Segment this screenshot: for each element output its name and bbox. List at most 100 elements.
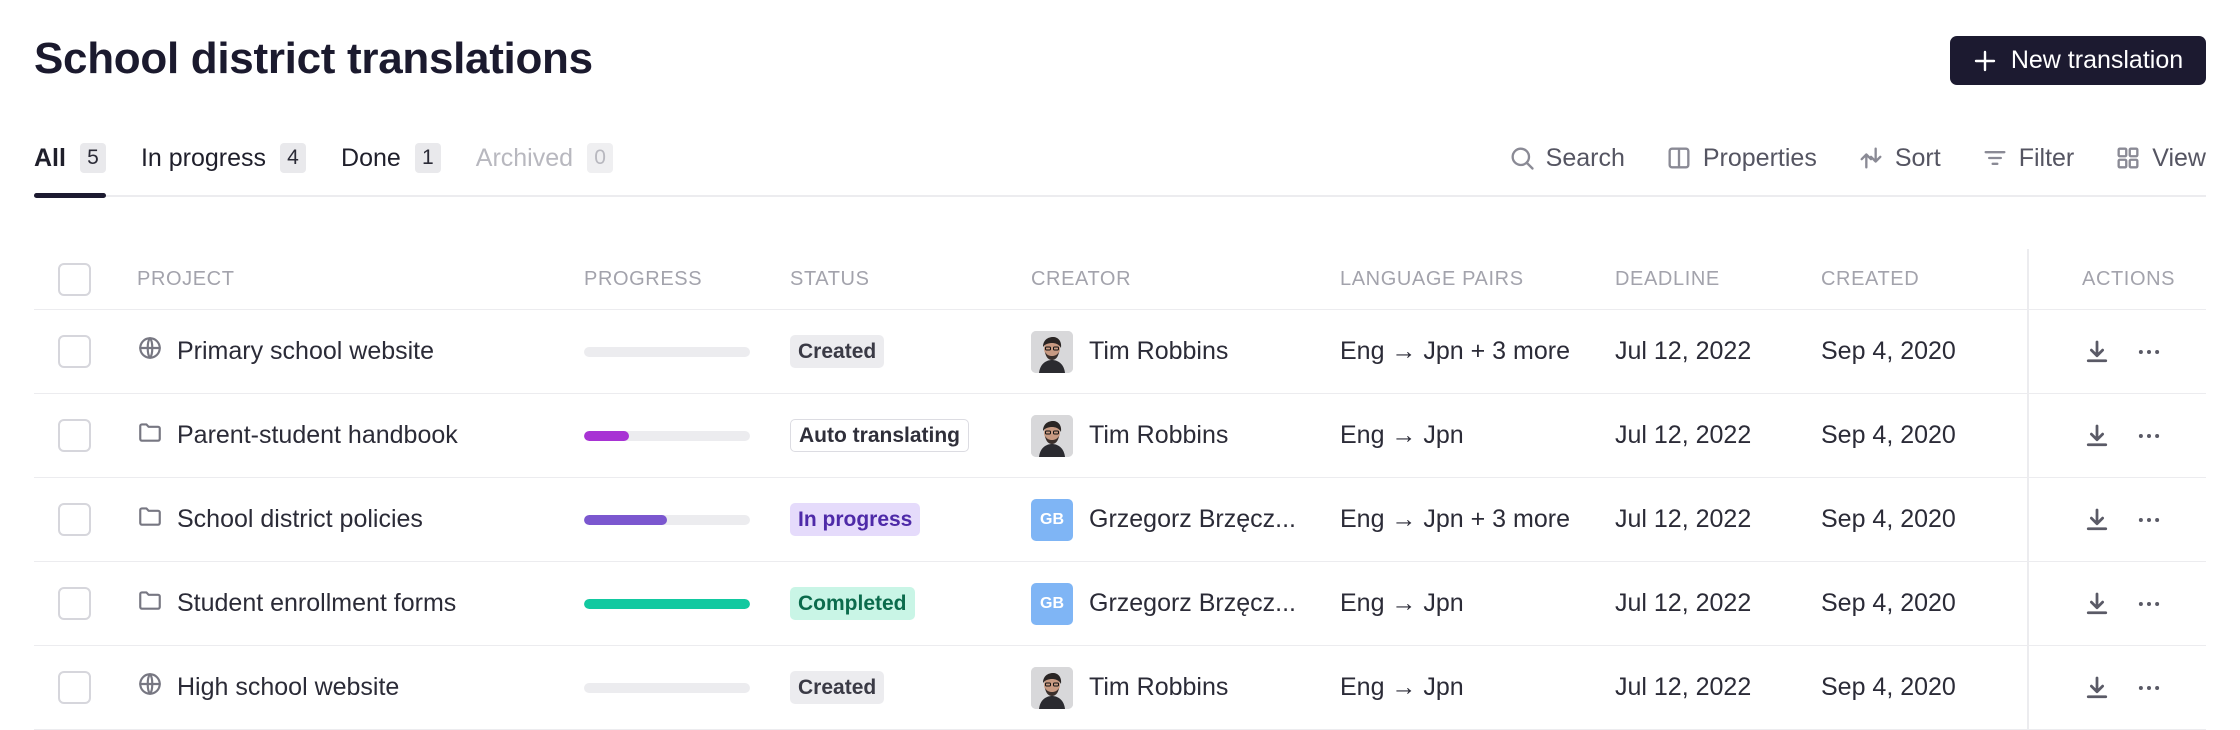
project-name[interactable]: Primary school website: [177, 337, 434, 366]
sort-label: Sort: [1894, 143, 1941, 172]
filter-label: Filter: [2018, 143, 2075, 172]
progress-bar: [584, 430, 750, 441]
download-icon[interactable]: [2082, 421, 2112, 451]
creator-name: Tim Robbins: [1089, 673, 1229, 701]
language-pairs: Eng → Jpn: [1340, 421, 1464, 449]
avatar: GB: [1031, 498, 1073, 541]
progress-fill: [584, 430, 629, 441]
column-header-deadline[interactable]: DEADLINE: [1615, 249, 1720, 309]
download-icon[interactable]: [2082, 673, 2112, 703]
avatar-initials: GB: [1040, 510, 1064, 528]
table-row[interactable]: Parent-student handbook Auto translating…: [34, 394, 2206, 478]
table-row[interactable]: School district policies In progress GB G…: [34, 478, 2206, 562]
row-checkbox[interactable]: [58, 419, 91, 452]
status-badge: Auto translating: [790, 419, 969, 452]
sort-button[interactable]: Sort: [1857, 144, 1941, 173]
tab-archived-count: 0: [587, 143, 614, 173]
row-checkbox[interactable]: [58, 335, 91, 368]
column-header-creator[interactable]: CREATOR: [1031, 249, 1131, 309]
page-title: School district translations: [34, 34, 593, 83]
download-icon[interactable]: [2082, 589, 2112, 619]
deadline: Jul 12, 2022: [1615, 589, 1752, 617]
created-date: Sep 4, 2020: [1821, 589, 1956, 617]
download-icon[interactable]: [2082, 505, 2112, 535]
created-date: Sep 4, 2020: [1821, 505, 1956, 533]
view-button[interactable]: View: [2114, 144, 2206, 173]
more-options-icon[interactable]: [2134, 337, 2164, 367]
column-header-project[interactable]: PROJECT: [137, 249, 235, 309]
row-checkbox[interactable]: [58, 671, 91, 704]
search-label: Search: [1545, 143, 1625, 172]
folder-icon: [137, 503, 163, 536]
status-badge: Created: [790, 671, 885, 704]
search-icon: [1511, 147, 1534, 170]
row-checkbox[interactable]: [58, 587, 91, 620]
creator-name: Tim Robbins: [1089, 337, 1229, 365]
tabs-divider: [34, 195, 2206, 197]
table-row[interactable]: High school website Created Tim Robbins …: [34, 646, 2206, 730]
tab-all[interactable]: All 5: [34, 138, 106, 178]
status-badge: Completed: [790, 587, 915, 620]
translations-table: PROJECT PROGRESS STATUS CREATOR LANGUAGE…: [34, 249, 2206, 730]
avatar: GB: [1031, 582, 1073, 625]
deadline: Jul 12, 2022: [1615, 505, 1752, 533]
new-translation-button[interactable]: New translation: [1950, 36, 2206, 85]
more-options-icon[interactable]: [2134, 421, 2164, 451]
globe-icon: [137, 671, 163, 704]
project-name[interactable]: Parent-student handbook: [177, 421, 458, 450]
deadline: Jul 12, 2022: [1615, 337, 1752, 365]
properties-button[interactable]: Properties: [1665, 144, 1817, 173]
creator-name: Grzegorz Brzęcz...: [1089, 505, 1296, 533]
select-all-checkbox[interactable]: [58, 262, 91, 296]
active-tab-indicator: [34, 193, 106, 198]
creator-name: Tim Robbins: [1089, 421, 1229, 449]
avatar: [1031, 330, 1073, 373]
filter-icon: [1984, 151, 2006, 165]
tab-archived[interactable]: Archived 0: [475, 138, 614, 178]
table-header-row: PROJECT PROGRESS STATUS CREATOR LANGUAGE…: [34, 249, 2206, 310]
column-header-status[interactable]: STATUS: [790, 249, 870, 309]
created-date: Sep 4, 2020: [1821, 421, 1956, 449]
filter-button[interactable]: Filter: [1981, 143, 2075, 173]
globe-icon: [137, 335, 163, 368]
progress-bar: [584, 682, 750, 693]
language-pairs: Eng → Jpn: [1340, 673, 1464, 701]
more-options-icon[interactable]: [2134, 673, 2164, 703]
tab-in-progress-label: In progress: [140, 143, 267, 172]
avatar: [1031, 666, 1073, 709]
progress-bar: [584, 514, 750, 525]
table-row[interactable]: Student enrollment forms Completed GB Grz…: [34, 562, 2206, 646]
created-date: Sep 4, 2020: [1821, 673, 1956, 701]
avatar: [1031, 414, 1073, 457]
column-header-progress[interactable]: PROGRESS: [584, 249, 702, 309]
grid-view-icon: [2117, 147, 2139, 169]
more-options-icon[interactable]: [2134, 505, 2164, 535]
toolbar: Search Properties Sort Filter View: [1468, 138, 2206, 178]
tab-all-count: 5: [79, 143, 106, 173]
project-name[interactable]: School district policies: [177, 505, 423, 534]
column-header-actions: ACTIONS: [2082, 267, 2176, 290]
columns-icon: [1668, 147, 1690, 169]
tab-in-progress-count: 4: [280, 143, 307, 173]
tab-archived-label: Archived: [475, 143, 574, 172]
progress-bar: [584, 346, 750, 357]
table-row[interactable]: Primary school website Created Tim Robbi…: [34, 310, 2206, 394]
tab-bar: All 5 In progress 4 Done 1 Archived 0: [34, 138, 648, 178]
creator-name: Grzegorz Brzęcz...: [1089, 589, 1296, 617]
tab-all-label: All: [34, 143, 66, 172]
column-header-created[interactable]: CREATED: [1821, 249, 1919, 309]
column-header-language-pairs[interactable]: LANGUAGE PAIRS: [1340, 249, 1524, 309]
row-checkbox[interactable]: [58, 503, 91, 536]
progress-bar: [584, 598, 750, 609]
folder-icon: [137, 587, 163, 620]
tab-in-progress[interactable]: In progress 4: [140, 138, 307, 178]
project-name[interactable]: High school website: [177, 673, 399, 702]
more-options-icon[interactable]: [2134, 589, 2164, 619]
language-pairs: Eng → Jpn + 3 more: [1340, 337, 1570, 365]
tab-done-label: Done: [341, 143, 401, 172]
project-name[interactable]: Student enrollment forms: [177, 589, 456, 618]
folder-icon: [137, 419, 163, 452]
tab-done[interactable]: Done 1: [341, 138, 441, 178]
search-button[interactable]: Search: [1508, 144, 1625, 173]
download-icon[interactable]: [2082, 337, 2112, 367]
